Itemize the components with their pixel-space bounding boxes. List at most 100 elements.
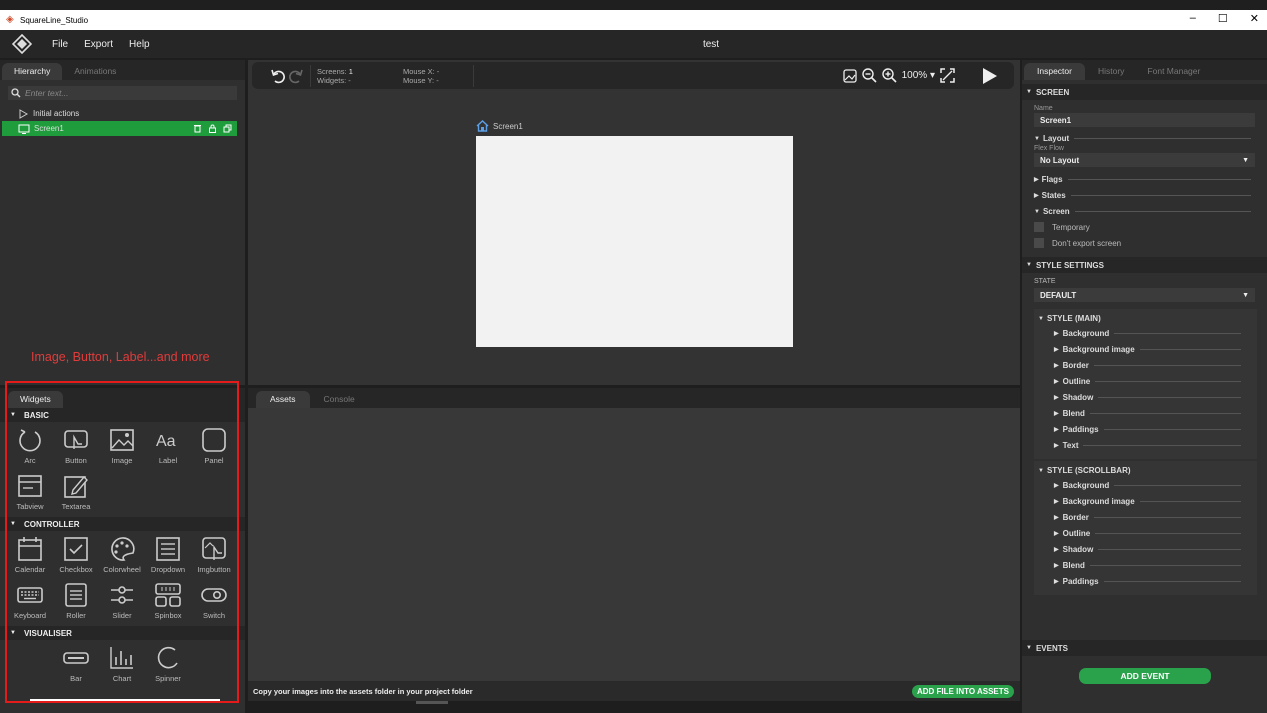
widget-arc[interactable]: Arc — [7, 425, 53, 471]
layout-group[interactable]: ▼ Layout — [1034, 134, 1255, 143]
fullscreen-icon[interactable] — [940, 68, 955, 83]
tab-assets[interactable]: Assets — [256, 391, 310, 408]
states-group[interactable]: ▶ States — [1034, 191, 1255, 200]
minimize-button[interactable]: – — [1190, 12, 1196, 25]
maximize-button[interactable]: ☐ — [1218, 12, 1228, 25]
menu-bar: File Export Help test — [0, 30, 1267, 58]
dont-export-checkbox[interactable]: Don't export screen — [1034, 238, 1255, 248]
temporary-checkbox[interactable]: Temporary — [1034, 222, 1255, 232]
style-property-row[interactable]: ▶ Background image — [1038, 341, 1257, 357]
add-event-button[interactable]: ADD EVENT — [1079, 668, 1211, 684]
zoom-dropdown[interactable]: 100% ▾ — [902, 70, 935, 81]
widget-panel[interactable]: Panel — [191, 425, 237, 471]
canvas-stats: Screens: 1 Widgets: - — [317, 66, 353, 85]
widget-label[interactable]: Aa Label — [145, 425, 191, 471]
widget-spinner[interactable]: Spinner — [145, 643, 191, 689]
widget-colorwheel[interactable]: Colorwheel — [99, 534, 145, 580]
style-scrollbar-header[interactable]: ▼ STYLE (SCROLLBAR) — [1038, 464, 1257, 477]
close-button[interactable]: ✕ — [1250, 12, 1259, 25]
widget-calendar[interactable]: Calendar — [7, 534, 53, 580]
widget-switch[interactable]: Switch — [191, 580, 237, 626]
widget-tabview[interactable]: Tabview — [7, 471, 53, 517]
expand-caret-icon: ▶ — [1054, 426, 1059, 433]
tab-inspector[interactable]: Inspector — [1024, 63, 1085, 80]
visualiser-widgets-grid: Bar Chart Spinner — [0, 640, 245, 689]
widget-spinbox[interactable]: Spinbox — [145, 580, 191, 626]
mouse-coordinates: Mouse X: - Mouse Y: - — [403, 66, 440, 85]
menu-help[interactable]: Help — [129, 39, 150, 50]
tree-item-initial-actions[interactable]: Initial actions — [0, 106, 245, 121]
widget-textarea[interactable]: Textarea — [53, 471, 99, 517]
name-field[interactable]: Screen1 — [1034, 113, 1255, 127]
flags-group[interactable]: ▶ Flags — [1034, 175, 1255, 184]
imgbutton-icon — [202, 537, 226, 560]
section-basic[interactable]: ▼ BASIC — [0, 408, 245, 422]
style-property-row[interactable]: ▶ Outline — [1038, 373, 1257, 389]
screen-canvas-label: Screen1 — [476, 120, 523, 132]
tree-item-screen1[interactable]: Screen1 — [2, 121, 237, 136]
style-property-row[interactable]: ▶ Paddings — [1038, 421, 1257, 437]
widget-roller[interactable]: Roller — [53, 580, 99, 626]
layout-select[interactable]: No Layout ▼ — [1034, 153, 1255, 167]
section-controller[interactable]: ▼ CONTROLLER — [0, 517, 245, 531]
menu-file[interactable]: File — [52, 39, 68, 50]
redo-icon[interactable] — [288, 68, 304, 84]
style-property-row[interactable]: ▶ Border — [1038, 509, 1257, 525]
widget-image[interactable]: Image — [99, 425, 145, 471]
widget-keyboard[interactable]: Keyboard — [7, 580, 53, 626]
horizontal-scrollbar[interactable] — [30, 699, 220, 702]
window-title: SquareLine_Studio — [20, 15, 89, 25]
expand-caret-icon: ▶ — [1054, 530, 1059, 537]
style-property-label: Background — [1062, 328, 1110, 338]
style-property-row[interactable]: ▶ Border — [1038, 357, 1257, 373]
tab-console[interactable]: Console — [310, 391, 369, 408]
widget-slider[interactable]: Slider — [99, 580, 145, 626]
tab-history[interactable]: History — [1085, 63, 1137, 80]
style-property-row[interactable]: ▶ Outline — [1038, 525, 1257, 541]
style-property-row[interactable]: ▶ Background — [1038, 325, 1257, 341]
tab-hierarchy[interactable]: Hierarchy — [2, 63, 63, 80]
style-property-row[interactable]: ▶ Shadow — [1038, 541, 1257, 557]
menu-export[interactable]: Export — [84, 39, 113, 50]
undo-icon[interactable] — [270, 68, 286, 84]
section-events[interactable]: ▼ EVENTS — [1022, 640, 1267, 656]
tab-widgets[interactable]: Widgets — [8, 391, 63, 408]
screen-group[interactable]: ▼ Screen — [1034, 207, 1255, 216]
zoom-in-icon[interactable] — [881, 68, 897, 83]
assets-scrollbar[interactable] — [416, 701, 448, 704]
style-property-row[interactable]: ▶ Blend — [1038, 557, 1257, 573]
widget-chart[interactable]: Chart — [99, 643, 145, 689]
style-property-row[interactable]: ▶ Blend — [1038, 405, 1257, 421]
zoom-out-icon[interactable] — [861, 68, 877, 83]
widget-dropdown[interactable]: Dropdown — [145, 534, 191, 580]
style-property-label: Border — [1062, 360, 1089, 370]
style-property-row[interactable]: ▶ Text — [1038, 437, 1257, 453]
section-screen[interactable]: ▼ SCREEN — [1022, 84, 1267, 100]
style-property-row[interactable]: ▶ Shadow — [1038, 389, 1257, 405]
tab-animations[interactable]: Animations — [62, 63, 128, 80]
add-file-into-assets-button[interactable]: ADD FILE INTO ASSETS — [911, 684, 1014, 698]
lock-icon[interactable] — [208, 124, 217, 133]
section-visualiser[interactable]: ▼ VISUALISER — [0, 626, 245, 640]
style-main-header[interactable]: ▼ STYLE (MAIN) — [1038, 312, 1257, 325]
widget-button[interactable]: Button — [53, 425, 99, 471]
fit-screen-icon[interactable] — [842, 68, 857, 83]
style-property-label: Paddings — [1062, 424, 1099, 434]
style-property-row[interactable]: ▶ Background image — [1038, 493, 1257, 509]
calendar-icon — [18, 537, 42, 561]
screen-canvas[interactable] — [476, 136, 793, 347]
duplicate-icon[interactable] — [223, 124, 232, 133]
hierarchy-search-input[interactable]: Enter text... — [8, 86, 237, 100]
widget-checkbox[interactable]: Checkbox — [53, 534, 99, 580]
style-property-row[interactable]: ▶ Paddings — [1038, 573, 1257, 589]
expand-caret-icon: ▶ — [1054, 546, 1059, 553]
style-property-label: Outline — [1062, 376, 1091, 386]
play-icon[interactable] — [982, 67, 998, 85]
style-property-row[interactable]: ▶ Background — [1038, 477, 1257, 493]
delete-icon[interactable] — [193, 124, 202, 133]
tab-font-manager[interactable]: Font Manager — [1137, 63, 1210, 80]
widget-imgbutton[interactable]: Imgbutton — [191, 534, 237, 580]
state-select[interactable]: DEFAULT ▼ — [1034, 288, 1255, 302]
widget-bar[interactable]: Bar — [53, 643, 99, 689]
section-style-settings[interactable]: ▼ STYLE SETTINGS — [1022, 257, 1267, 273]
